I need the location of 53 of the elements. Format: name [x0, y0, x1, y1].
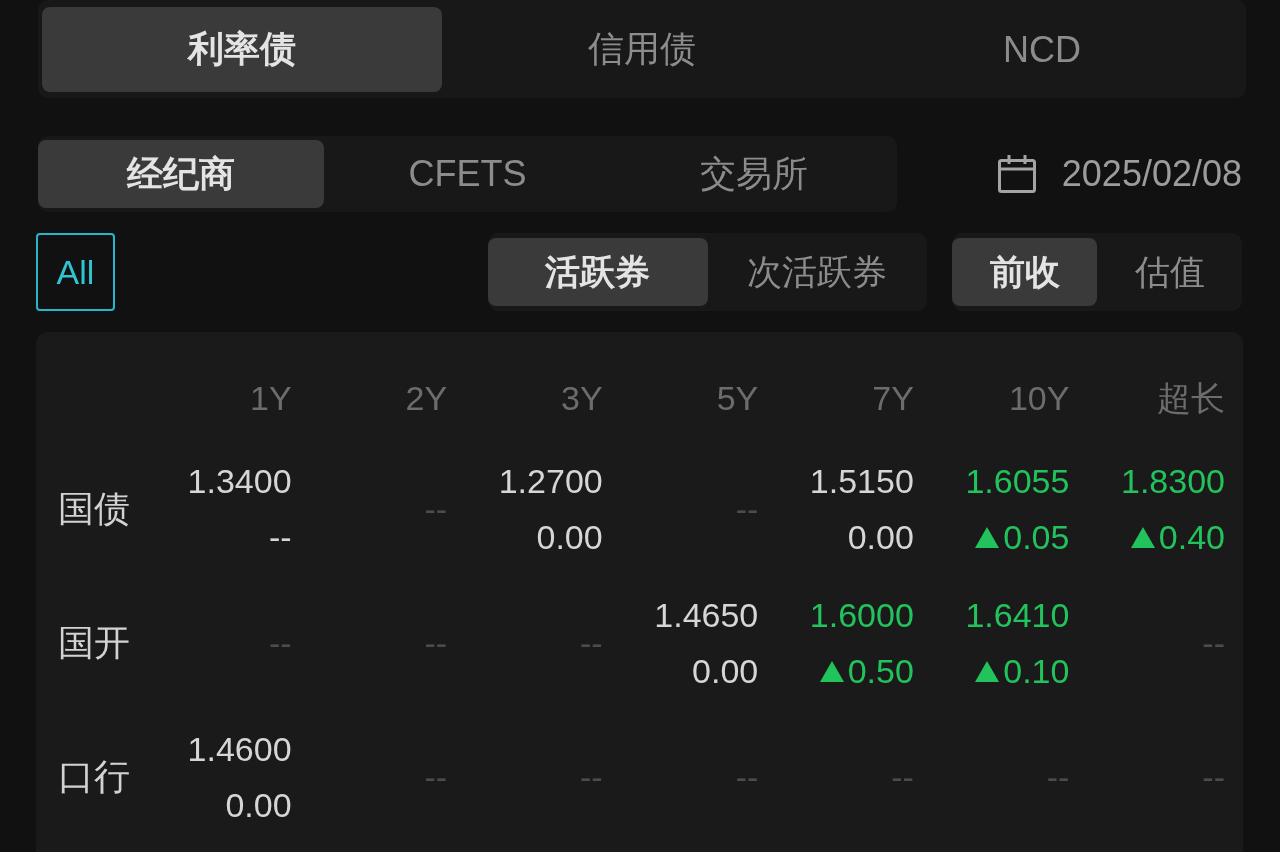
no-data-text: --: [891, 757, 914, 798]
row-label: 国债: [58, 487, 130, 531]
price-basis-tab[interactable]: 估值: [1097, 238, 1242, 306]
row-label: 国开: [58, 621, 130, 665]
change-value: 0.00: [847, 517, 914, 558]
no-data-text: --: [424, 757, 448, 798]
liquidity-tab[interactable]: 次活跃券: [707, 238, 927, 306]
price-basis-tab[interactable]: 前收: [952, 238, 1097, 306]
all-filter-button[interactable]: All: [36, 233, 115, 311]
row-label: 口行: [58, 755, 130, 799]
yield-value: 1.4600: [187, 729, 292, 770]
change-value: 0.10: [1003, 651, 1070, 692]
yield-value: 1.8300: [1121, 461, 1225, 502]
no-data-text: --: [580, 757, 603, 798]
yield-value: 1.6410: [965, 595, 1070, 636]
no-data-text: --: [735, 489, 759, 530]
column-header: 10Y: [1008, 378, 1070, 419]
bond-type-tab[interactable]: 利率债: [42, 7, 442, 92]
no-data-text: --: [424, 489, 448, 530]
change-value: 0.50: [847, 651, 914, 692]
column-header: 3Y: [561, 378, 603, 419]
no-data-text: --: [1202, 623, 1225, 664]
yield-value: 1.5150: [809, 461, 914, 502]
source-tab[interactable]: 交易所: [610, 140, 897, 208]
change-value: 0.05: [1003, 517, 1070, 558]
column-header: 超长: [1157, 378, 1225, 419]
change-value: 0.40: [1158, 517, 1225, 558]
change-value: 0.00: [536, 517, 603, 558]
yield-value: 1.4650: [654, 595, 759, 636]
column-header: 5Y: [716, 378, 759, 419]
liquidity-tab[interactable]: 活跃券: [488, 238, 708, 306]
column-header: 1Y: [249, 378, 292, 419]
source-tab[interactable]: CFETS: [324, 140, 611, 208]
no-data-text: --: [735, 757, 759, 798]
change-value: 0.00: [225, 785, 292, 826]
column-header: 2Y: [405, 378, 448, 419]
yield-value: 1.6000: [809, 595, 914, 636]
source-tab[interactable]: 经纪商: [38, 140, 325, 208]
column-header: 7Y: [872, 378, 914, 419]
yield-value: 1.3400: [187, 461, 292, 502]
no-data-text: --: [268, 623, 292, 664]
no-data-text: --: [424, 623, 448, 664]
calendar-icon: [997, 155, 1036, 193]
no-data-text: --: [1046, 757, 1070, 798]
change-value: 0.00: [692, 651, 759, 692]
change-value: --: [268, 517, 292, 558]
bond-type-tab[interactable]: 信用债: [442, 7, 842, 92]
date-picker-button[interactable]: 2025/02/08: [997, 153, 1242, 195]
yield-value: 1.6055: [965, 461, 1070, 502]
bond-type-tab[interactable]: NCD: [842, 7, 1242, 92]
no-data-text: --: [1202, 757, 1225, 798]
yield-value: 1.2700: [498, 461, 603, 502]
no-data-text: --: [580, 623, 603, 664]
